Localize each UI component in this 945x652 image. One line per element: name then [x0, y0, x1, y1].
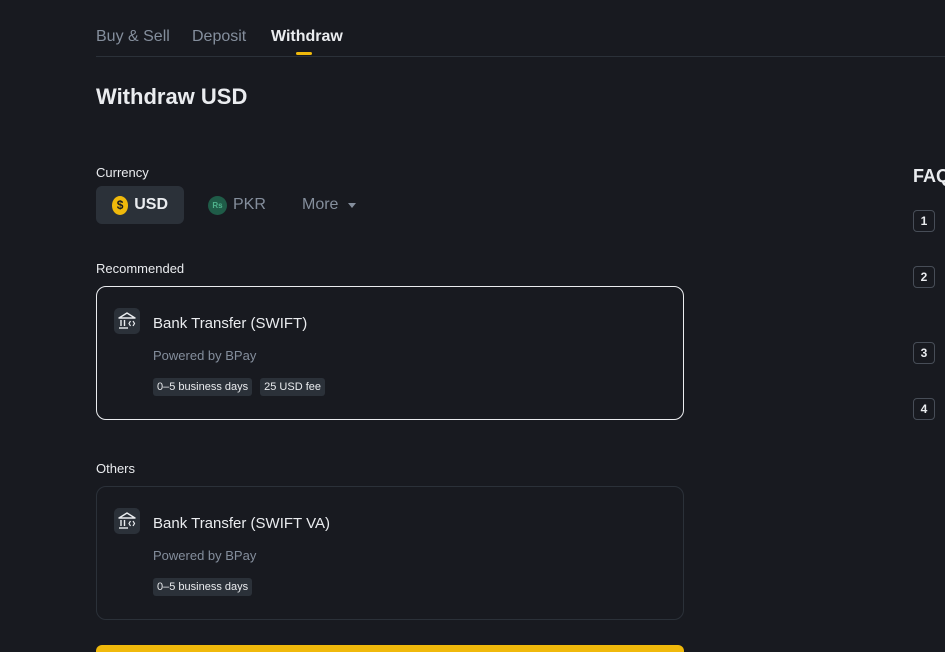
method-title: Bank Transfer (SWIFT) [153, 315, 308, 332]
tab-withdraw[interactable]: Withdraw [271, 28, 343, 46]
faq-title: FAQ [913, 166, 945, 186]
tab-deposit[interactable]: Deposit [192, 28, 246, 46]
currency-code: USD [134, 196, 168, 213]
method-card-bank-swift-va[interactable]: Bank Transfer (SWIFT VA) Powered by BPay… [96, 486, 684, 620]
currency-more-dropdown[interactable]: More [302, 186, 357, 224]
tab-bar: Buy & Sell Deposit Withdraw [96, 0, 945, 57]
method-card-bank-swift[interactable]: Bank Transfer (SWIFT) Powered by BPay 0–… [96, 286, 684, 420]
rupee-coin-icon: Rs [208, 195, 227, 215]
currency-option-pkr[interactable]: Rs PKR [208, 186, 266, 224]
fee-tag: 25 USD fee [260, 378, 325, 396]
method-title: Bank Transfer (SWIFT VA) [153, 515, 330, 532]
continue-button[interactable] [96, 645, 684, 652]
withdraw-page: Buy & Sell Deposit Withdraw Withdraw USD… [0, 0, 945, 652]
faq-item-3[interactable]: 3 [913, 342, 935, 364]
method-provider: Powered by BPay [153, 348, 257, 363]
tab-buy-sell[interactable]: Buy & Sell [96, 28, 170, 46]
currency-option-usd[interactable]: $ USD [96, 186, 184, 224]
faq-item-2[interactable]: 2 [913, 266, 935, 288]
dollar-coin-icon: $ [112, 195, 129, 215]
faq-item-1[interactable]: 1 [913, 210, 935, 232]
active-tab-indicator [296, 52, 312, 55]
bank-icon [114, 308, 140, 334]
method-tags: 0–5 business days 25 USD fee [153, 378, 325, 396]
others-label: Others [96, 461, 136, 476]
page-title: Withdraw USD [96, 84, 248, 109]
processing-time-tag: 0–5 business days [153, 578, 253, 596]
bank-icon [114, 508, 140, 534]
caret-down-icon [348, 202, 357, 208]
currency-label: Currency [96, 165, 149, 180]
recommended-label: Recommended [96, 261, 185, 276]
processing-time-tag: 0–5 business days [153, 378, 253, 396]
faq-item-4[interactable]: 4 [913, 398, 935, 420]
currency-code: PKR [233, 196, 266, 213]
method-tags: 0–5 business days [153, 578, 253, 596]
method-provider: Powered by BPay [153, 548, 257, 563]
more-label: More [302, 196, 339, 213]
